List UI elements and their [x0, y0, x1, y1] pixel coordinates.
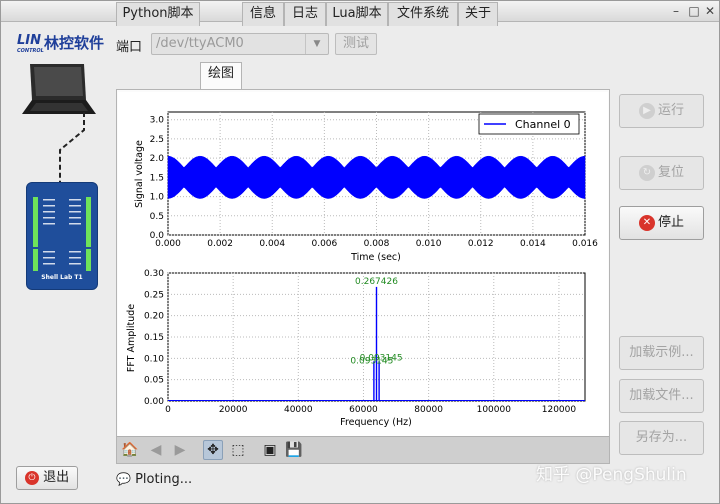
signal-y-tick-label: 2.0: [150, 154, 165, 164]
power-icon: ⏻: [24, 470, 39, 485]
logo-sub-text: CONTROL: [17, 48, 44, 54]
fft-y-axis-label: FFT Amplitude: [126, 304, 137, 372]
signal-y-tick-label: 1.0: [150, 193, 165, 203]
plot-canvas[interactable]: 0.000 0.002 0.004 0.006 0.008 0.010 0.012 0.014…: [118, 92, 608, 436]
test-button[interactable]: 测试: [335, 33, 377, 55]
back-icon[interactable]: ◀: [147, 441, 165, 459]
fft-x-tick-label: 40000: [284, 405, 313, 415]
fft-y-tick-label: 0.10: [144, 354, 164, 364]
reset-button[interactable]: ↻ 复位: [619, 156, 704, 190]
load-example-button[interactable]: 加载示例...: [619, 336, 704, 370]
reset-button-label: 复位: [657, 165, 684, 180]
tab-about[interactable]: 关于: [458, 2, 498, 26]
fft-peak-annotation: 0.267426: [355, 277, 398, 287]
logo-brand-text: LIN: [17, 33, 41, 48]
fft-x-tick-label: 80000: [414, 405, 443, 415]
maximize-icon[interactable]: □: [687, 4, 701, 18]
chevron-down-icon[interactable]: ▼: [305, 34, 328, 54]
stop-icon: ✕: [638, 214, 655, 231]
fft-chart: 0 20000 40000 60000 80000 100000 120000 0.00 0.0…: [126, 269, 586, 428]
signal-x-tick-label: 0.002: [207, 239, 233, 249]
fft-x-tick-label: 20000: [219, 405, 248, 415]
board-name: Shell Lab T1: [41, 274, 83, 281]
signal-y-tick-label: 3.0: [150, 116, 165, 126]
plot-toolbar: 🏠 ◀ ▶ ✥ ⬚ ▣ 💾: [117, 436, 609, 463]
signal-x-tick-label: 0.012: [468, 239, 494, 249]
fft-x-tick-label: 60000: [349, 405, 378, 415]
signal-y-tick-label: 2.5: [150, 135, 164, 145]
subplots-icon[interactable]: ▣: [261, 441, 279, 459]
tab-lua-script[interactable]: Lua脚本: [326, 2, 388, 26]
close-icon[interactable]: ✕: [703, 4, 717, 18]
speech-bubble-icon: 💬: [116, 472, 131, 486]
signal-y-axis-label: Signal voltage: [134, 140, 145, 208]
cable-line: [59, 112, 85, 182]
fft-x-axis-label: Frequency (Hz): [340, 417, 412, 428]
reset-icon: ↻: [638, 164, 655, 181]
forward-icon[interactable]: ▶: [171, 441, 189, 459]
tab-plot[interactable]: 绘图: [200, 62, 242, 89]
signal-x-axis-label: Time (sec): [350, 252, 401, 263]
logo-name-text: 林控软件: [44, 34, 104, 52]
fft-y-tick-label: 0.30: [144, 269, 164, 279]
fft-y-tick-label: 0.05: [144, 376, 164, 386]
exit-button-label: 退出: [43, 470, 70, 485]
signal-x-tick-label: 0.004: [259, 239, 285, 249]
brand-logo: LIN CONTROL 林控软件: [17, 33, 104, 54]
status-bar: 💬 Ploting...: [116, 472, 192, 487]
tab-log[interactable]: 日志: [284, 2, 326, 26]
stop-button[interactable]: ✕ 停止: [619, 206, 704, 240]
exit-button[interactable]: ⏻ 退出: [16, 466, 78, 490]
watermark: 知乎 @PengShulin: [536, 465, 687, 485]
zoom-rect-icon[interactable]: ⬚: [229, 441, 247, 459]
run-button[interactable]: ▶ 运行: [619, 94, 704, 128]
stop-button-label: 停止: [657, 215, 684, 230]
tab-python-script[interactable]: Python脚本: [116, 2, 200, 26]
home-icon[interactable]: 🏠: [121, 441, 139, 459]
save-icon[interactable]: 💾: [285, 441, 303, 459]
run-button-label: 运行: [657, 103, 684, 118]
fft-y-tick-label: 0.25: [144, 290, 164, 300]
load-file-button[interactable]: 加载文件...: [619, 379, 704, 413]
signal-y-tick-label: 1.5: [150, 173, 164, 183]
signal-x-tick-label: 0.006: [311, 239, 337, 249]
fft-y-tick-label: 0.00: [144, 397, 164, 407]
signal-y-tick-label: 0.5: [150, 212, 164, 222]
fft-y-tick-label: 0.20: [144, 312, 164, 322]
legend-label-channel-0: Channel 0: [515, 118, 571, 131]
port-label: 端口: [116, 40, 143, 55]
board-pins: [33, 197, 91, 271]
fft-x-tick-label: 100000: [477, 405, 512, 415]
signal-legend: Channel 0: [478, 113, 580, 135]
fft-x-tick-label: 0: [165, 405, 171, 415]
board-image: Shell Lab T1: [26, 182, 98, 290]
fft-x-tick-label: 120000: [542, 405, 577, 415]
plot-figure: 0.000 0.002 0.004 0.006 0.008 0.010 0.012 0.014…: [126, 111, 598, 428]
fft-y-tick-label: 0.15: [144, 333, 164, 343]
port-select-value: /dev/ttyACM0: [156, 36, 244, 51]
status-text: Ploting...: [135, 472, 193, 487]
save-as-button[interactable]: 另存为...: [619, 421, 704, 455]
signal-chart: 0.000 0.002 0.004 0.006 0.008 0.010 0.012 0.014…: [134, 111, 598, 263]
play-icon: ▶: [638, 102, 655, 119]
signal-x-tick-label: 0.014: [520, 239, 546, 249]
signal-x-tick-label: 0.010: [416, 239, 442, 249]
tab-filesystem[interactable]: 文件系统: [388, 2, 458, 26]
minimize-icon[interactable]: –: [669, 4, 683, 18]
port-select[interactable]: /dev/ttyACM0 ▼: [151, 33, 329, 55]
signal-x-tick-label: 0.008: [364, 239, 390, 249]
fft-side-annotation: 0.093145: [360, 353, 403, 363]
signal-y-tick-label: 0.0: [150, 231, 165, 241]
signal-x-tick-label: 0.016: [572, 239, 598, 249]
tab-info[interactable]: 信息: [242, 2, 284, 26]
pan-icon[interactable]: ✥: [203, 440, 223, 460]
